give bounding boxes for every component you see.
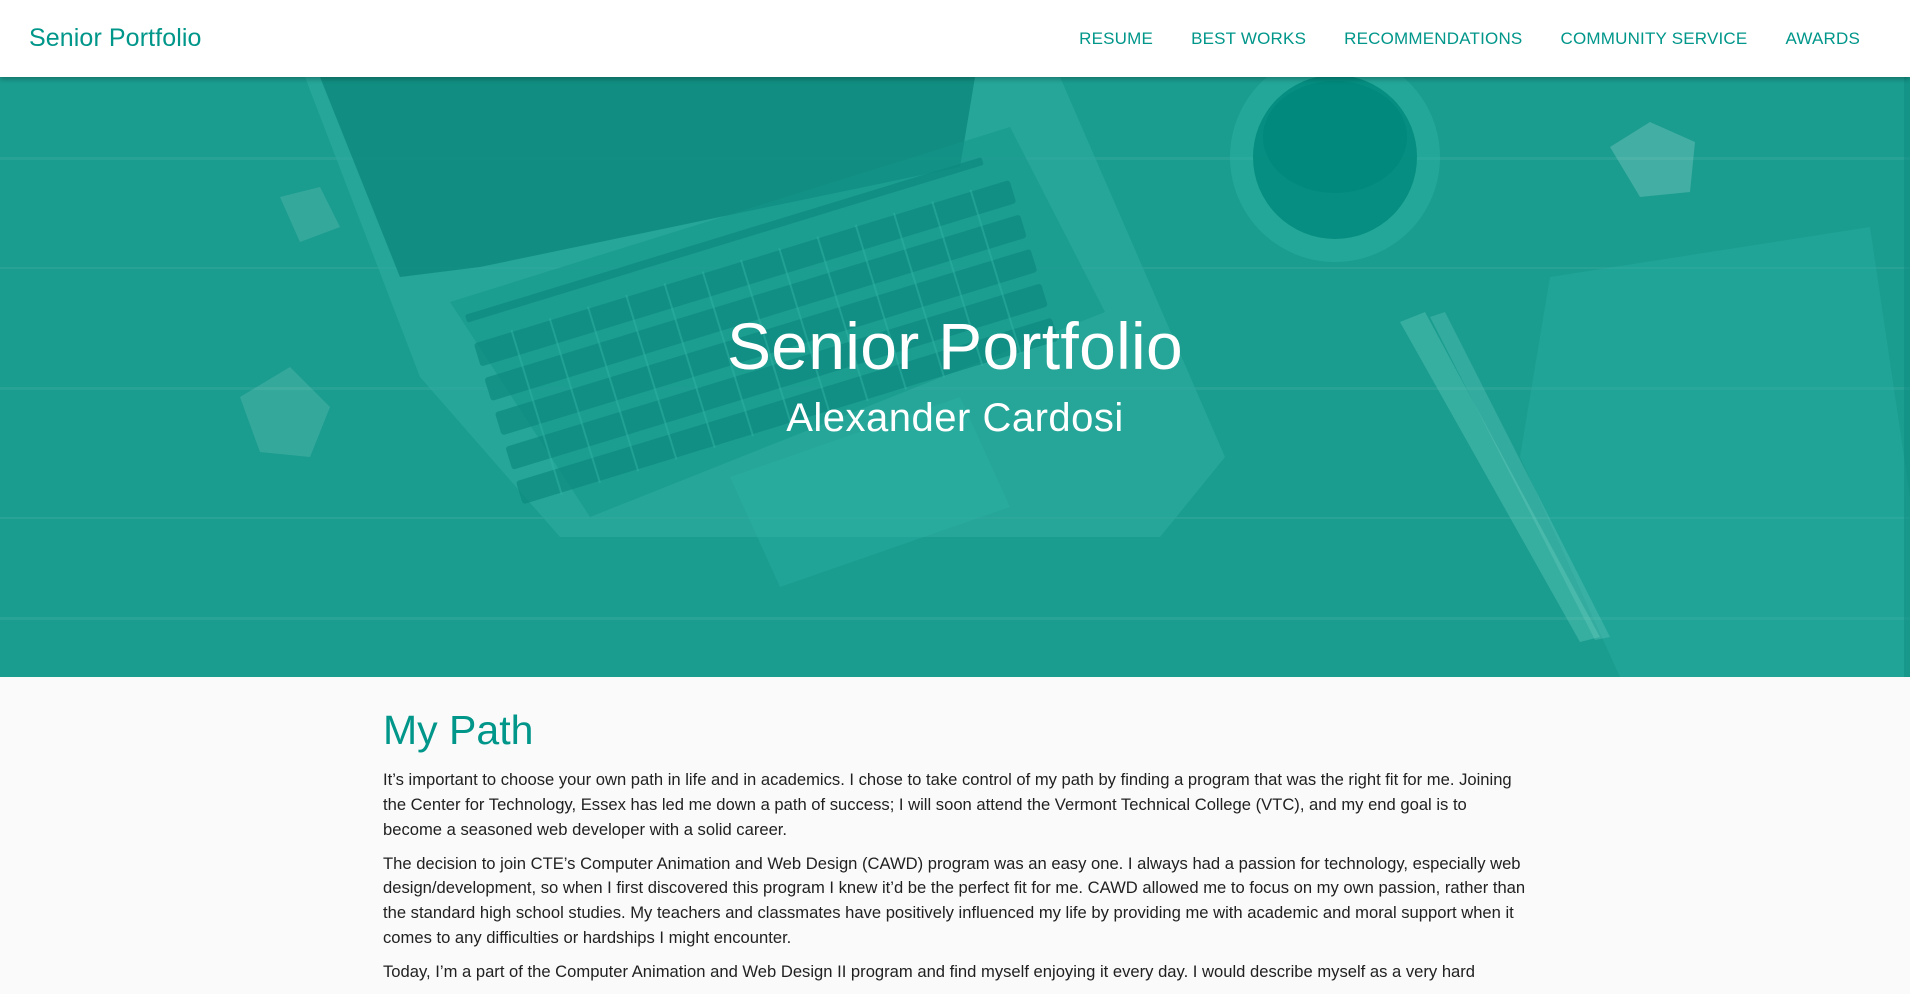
main-content: My Path It’s important to choose your ow… (383, 677, 1528, 994)
paragraph: Today, I’m a part of the Computer Animat… (383, 961, 1476, 981)
hero-text: Senior Portfolio Alexander Cardosi (0, 77, 1910, 677)
nav-item-awards: AWARDS (1785, 29, 1860, 49)
nav-item-community-service: COMMUNITY SERVICE (1560, 29, 1747, 49)
nav-link-awards[interactable]: AWARDS (1785, 29, 1860, 48)
nav-item-resume: RESUME (1079, 29, 1153, 49)
brand-link[interactable]: Senior Portfolio (29, 24, 202, 53)
nav-link-community-service[interactable]: COMMUNITY SERVICE (1560, 29, 1747, 48)
hero-banner: Senior Portfolio Alexander Cardosi (0, 77, 1910, 677)
hero-subtitle: Alexander Cardosi (786, 396, 1124, 440)
nav-item-best-works: BEST WORKS (1191, 29, 1306, 49)
top-navbar: Senior Portfolio RESUME BEST WORKS RECOM… (0, 0, 1910, 77)
nav-menu: RESUME BEST WORKS RECOMMENDATIONS COMMUN… (1041, 29, 1860, 49)
nav-item-recommendations: RECOMMENDATIONS (1344, 29, 1522, 49)
nav-link-resume[interactable]: RESUME (1079, 29, 1153, 48)
paragraph: The decision to join CTE’s Computer Anim… (383, 853, 1526, 947)
paragraph: It’s important to choose your own path i… (383, 770, 1512, 839)
hero-title: Senior Portfolio (726, 309, 1184, 383)
nav-link-best-works[interactable]: BEST WORKS (1191, 29, 1306, 48)
section-title-my-path: My Path (383, 707, 534, 753)
nav-link-recommendations[interactable]: RECOMMENDATIONS (1344, 29, 1522, 48)
